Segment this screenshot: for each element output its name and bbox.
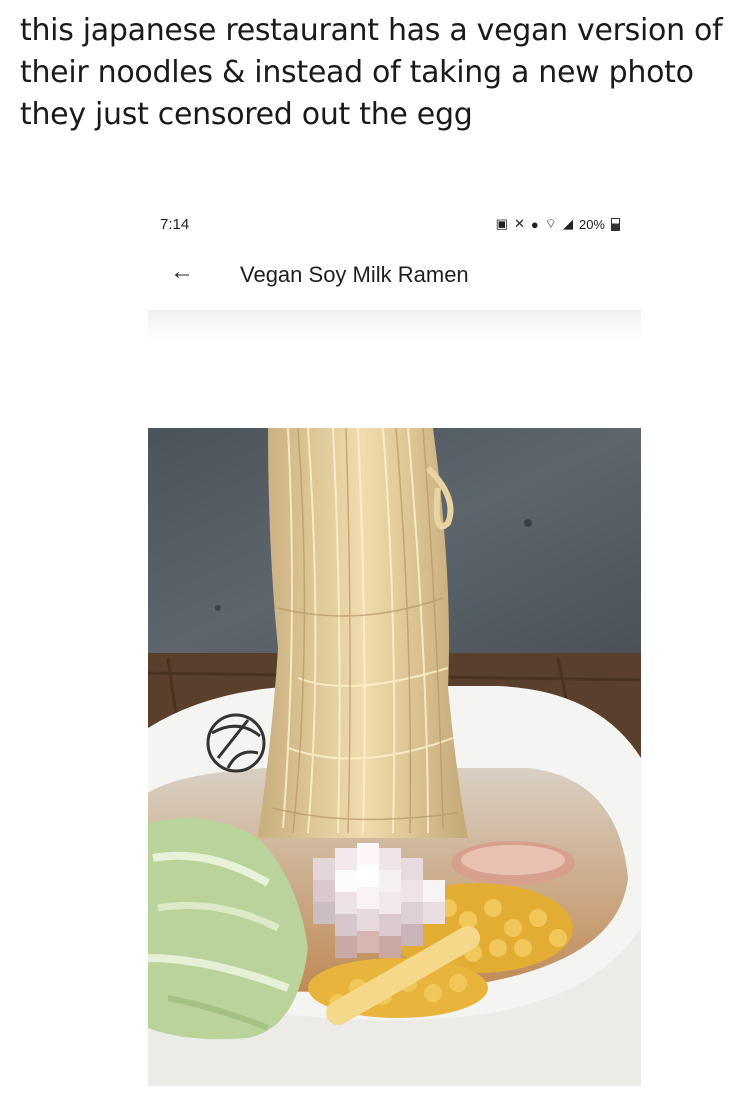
battery-level: 20%	[578, 216, 605, 232]
status-time: 7:14	[160, 216, 190, 233]
page-title: Vegan Soy Milk Ramen	[240, 262, 469, 287]
app-header: ← Vegan Soy Milk Ramen	[160, 258, 640, 294]
image-top-padding	[148, 310, 641, 428]
battery-icon	[611, 217, 620, 231]
status-icons: ▣ ✕ ● ⌔ ◢ 20%	[496, 216, 620, 232]
signal-icon: ◢	[562, 216, 573, 231]
post-caption: this japanese restaurant has a vegan ver…	[20, 13, 723, 132]
status-bar: 7:14 ▣ ✕ ● ⌔ ◢ 20%	[160, 214, 620, 238]
notification-icon: ▣	[495, 216, 508, 231]
mute-icon: ✕	[513, 216, 525, 231]
noodles	[258, 428, 468, 838]
location-icon: ●	[530, 216, 539, 232]
ramen-illustration	[148, 428, 641, 1086]
ramen-photo[interactable]	[148, 428, 641, 1086]
bacon-slice	[451, 841, 575, 885]
wifi-icon: ⌔	[544, 216, 557, 231]
arrow-left-icon[interactable]: ←	[170, 258, 194, 286]
